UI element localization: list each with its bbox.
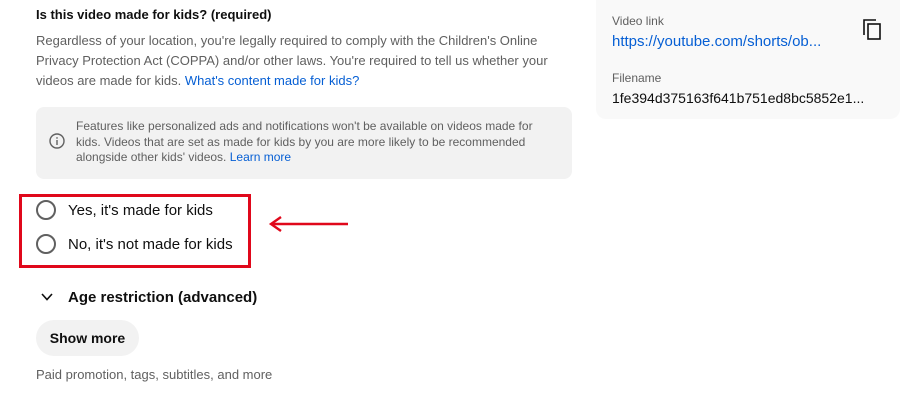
show-more-hint: Paid promotion, tags, subtitles, and mor… bbox=[36, 367, 273, 382]
learn-more-link[interactable]: Learn more bbox=[230, 150, 291, 164]
content-made-for-kids-link[interactable]: What's content made for kids? bbox=[185, 73, 359, 88]
radio-button-circle[interactable] bbox=[36, 200, 56, 220]
kids-info-box: Features like personalized ads and notif… bbox=[36, 107, 572, 179]
info-icon bbox=[49, 133, 65, 149]
age-restriction-label: Age restriction (advanced) bbox=[68, 288, 258, 306]
show-more-button[interactable]: Show more bbox=[36, 320, 139, 356]
chevron-down-icon bbox=[41, 293, 53, 301]
kids-question-title: Is this video made for kids? (required) bbox=[36, 7, 272, 22]
kids-info-body: Features like personalized ads and notif… bbox=[76, 119, 533, 164]
kids-info-text: Features like personalized ads and notif… bbox=[76, 119, 556, 166]
radio-made-for-kids-no[interactable]: No, it's not made for kids bbox=[36, 232, 233, 256]
filename-value: 1fe394d375163f641b751ed8bc5852e1... bbox=[612, 90, 865, 106]
kids-description: Regardless of your location, you're lega… bbox=[36, 31, 576, 91]
radio-label-no: No, it's not made for kids bbox=[68, 235, 233, 253]
video-link-label: Video link bbox=[612, 14, 664, 28]
radio-made-for-kids-yes[interactable]: Yes, it's made for kids bbox=[36, 198, 213, 222]
radio-button-circle[interactable] bbox=[36, 234, 56, 254]
video-details-card: Video link https://youtube.com/shorts/ob… bbox=[596, 0, 900, 119]
video-link[interactable]: https://youtube.com/shorts/ob... bbox=[612, 33, 862, 50]
copy-icon[interactable] bbox=[862, 19, 882, 41]
annotation-arrow-icon bbox=[268, 216, 348, 232]
radio-label-yes: Yes, it's made for kids bbox=[68, 201, 213, 219]
filename-label: Filename bbox=[612, 71, 662, 85]
age-restriction-toggle[interactable]: Age restriction (advanced) bbox=[40, 286, 257, 308]
